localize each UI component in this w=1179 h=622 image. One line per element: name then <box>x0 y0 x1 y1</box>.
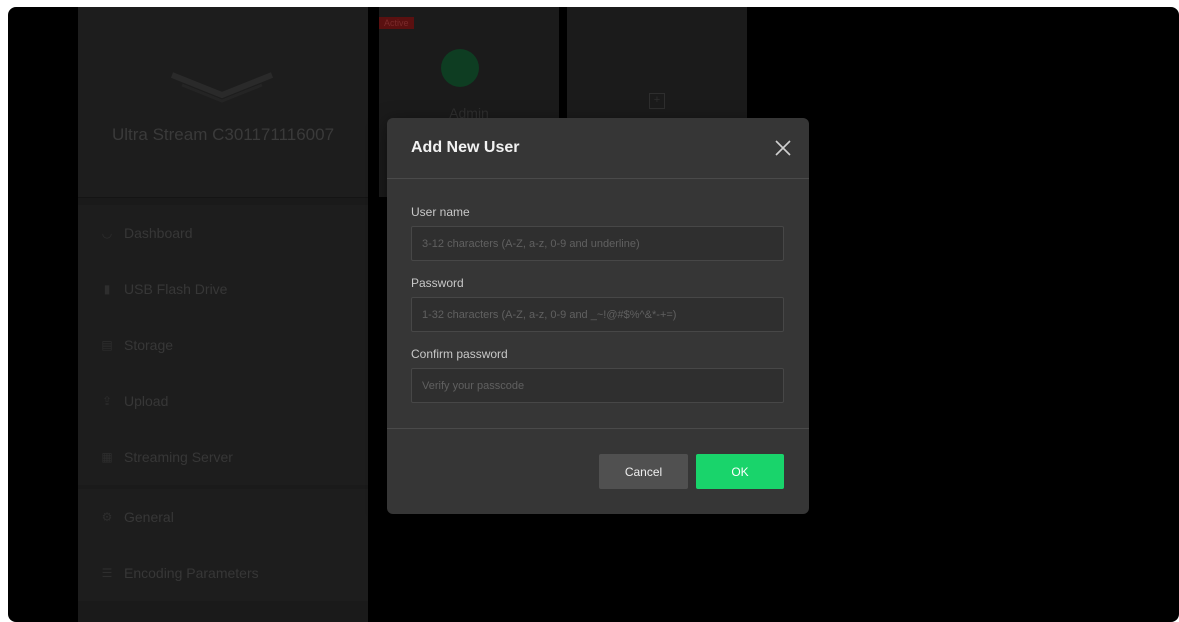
dialog-divider <box>387 428 809 429</box>
sidebar-nav: ◡ Dashboard ▮ USB Flash Drive ▤ Storage … <box>78 205 368 485</box>
ok-button[interactable]: OK <box>696 454 784 489</box>
dialog-title: Add New User <box>411 139 520 156</box>
add-user-dialog: Add New User User name Password Confirm … <box>387 118 809 514</box>
sidebar-item-label: Encoding Parameters <box>124 565 259 581</box>
device-image <box>170 72 274 103</box>
sidebar-item-streaming-server[interactable]: ▦ Streaming Server <box>78 429 368 485</box>
confirm-password-input[interactable] <box>411 368 784 403</box>
sidebar-item-label: Streaming Server <box>124 449 233 465</box>
upload-icon: ⇪ <box>101 394 113 408</box>
storage-icon: ▤ <box>101 338 113 352</box>
username-label: User name <box>411 205 470 219</box>
sidebar-item-upload[interactable]: ⇪ Upload <box>78 373 368 429</box>
sidebar-settings-nav: ⚙ General ☰ Encoding Parameters <box>78 489 368 601</box>
confirm-password-label: Confirm password <box>411 347 508 361</box>
avatar <box>441 49 479 87</box>
sidebar-item-label: General <box>124 509 174 525</box>
cancel-button[interactable]: Cancel <box>599 454 688 489</box>
sliders-icon: ☰ <box>101 566 113 580</box>
sidebar-item-storage[interactable]: ▤ Storage <box>78 317 368 373</box>
sidebar-item-usb-flash-drive[interactable]: ▮ USB Flash Drive <box>78 261 368 317</box>
dashboard-icon: ◡ <box>101 226 113 240</box>
status-badge: Active <box>379 17 414 29</box>
usb-icon: ▮ <box>103 282 111 296</box>
device-card: Ultra Stream C301171116007 <box>78 7 368 198</box>
password-label: Password <box>411 276 464 290</box>
sidebar: Ultra Stream C301171116007 ◡ Dashboard ▮… <box>78 7 368 622</box>
gear-icon: ⚙ <box>101 510 113 524</box>
password-input[interactable] <box>411 297 784 332</box>
username-input[interactable] <box>411 226 784 261</box>
server-icon: ▦ <box>101 450 113 464</box>
add-user-icon: + <box>649 93 665 109</box>
sidebar-item-label: Dashboard <box>124 225 193 241</box>
sidebar-item-encoding-parameters[interactable]: ☰ Encoding Parameters <box>78 545 368 601</box>
device-name: Ultra Stream C301171116007 <box>111 125 335 144</box>
sidebar-item-label: USB Flash Drive <box>124 281 228 297</box>
sidebar-item-label: Storage <box>124 337 174 353</box>
close-icon[interactable] <box>773 138 793 158</box>
dialog-header: Add New User <box>387 118 809 179</box>
device-subtitle <box>118 157 328 167</box>
sidebar-item-general[interactable]: ⚙ General <box>78 489 368 545</box>
sidebar-item-dashboard[interactable]: ◡ Dashboard <box>78 205 368 261</box>
sidebar-item-label: Upload <box>124 393 169 409</box>
